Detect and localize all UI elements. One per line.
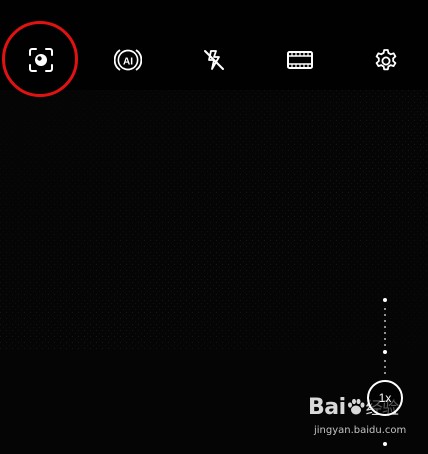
gear-icon bbox=[375, 49, 397, 71]
ai-mode-button[interactable]: AI bbox=[110, 42, 146, 78]
settings-button[interactable] bbox=[368, 42, 404, 78]
zoom-tick bbox=[384, 332, 386, 334]
zoom-level-button[interactable]: 1x bbox=[367, 380, 403, 416]
ai-icon: AI bbox=[114, 49, 142, 71]
zoom-tick bbox=[384, 308, 386, 310]
zoom-level-label: 1x bbox=[378, 391, 392, 405]
zoom-slider[interactable] bbox=[383, 296, 387, 446]
zoom-tick-major bbox=[383, 350, 387, 354]
zoom-tick bbox=[384, 314, 386, 316]
camera-top-bar: AI bbox=[0, 0, 428, 90]
portrait-mode-button[interactable] bbox=[23, 42, 59, 78]
zoom-tick bbox=[384, 338, 386, 340]
viewfinder-noise bbox=[0, 90, 428, 350]
flash-button[interactable] bbox=[196, 42, 232, 78]
camera-screen: AI Bai jingyan.baidu.com 1x bbox=[0, 0, 428, 454]
aspect-ratio-button[interactable] bbox=[282, 42, 318, 78]
zoom-tick-major bbox=[383, 442, 387, 446]
zoom-tick bbox=[384, 326, 386, 328]
zoom-tick bbox=[384, 344, 386, 346]
zoom-tick bbox=[384, 360, 386, 362]
flash-off-icon bbox=[204, 50, 224, 70]
zoom-tick bbox=[384, 372, 386, 374]
face-frame-icon bbox=[29, 48, 53, 72]
zoom-tick bbox=[384, 320, 386, 322]
zoom-tick-major bbox=[383, 298, 387, 302]
ai-icon-label: AI bbox=[123, 57, 133, 68]
zoom-tick bbox=[384, 366, 386, 368]
film-frame-icon bbox=[287, 51, 313, 69]
